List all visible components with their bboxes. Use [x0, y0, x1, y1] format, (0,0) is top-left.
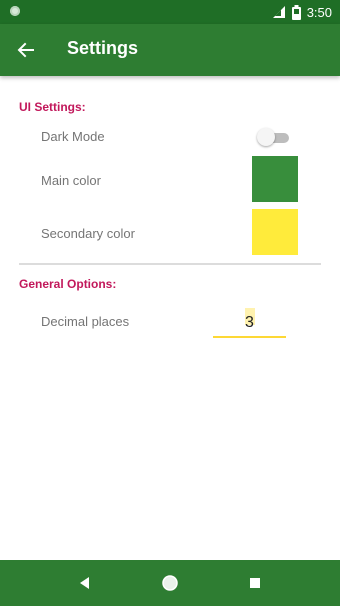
square-recents-icon	[250, 578, 260, 588]
nav-home-button[interactable]	[158, 571, 182, 595]
signal-icon	[272, 6, 285, 18]
switch-thumb	[257, 128, 275, 146]
status-bar: 3:50	[0, 0, 340, 24]
secondary-color-label: Secondary color	[41, 226, 135, 241]
circle-home-icon	[162, 575, 178, 591]
nav-recents-button[interactable]	[243, 571, 267, 595]
status-time: 3:50	[306, 4, 332, 20]
notification-icon	[10, 6, 20, 16]
nav-back-button[interactable]	[73, 571, 97, 595]
arrow-left-icon	[17, 42, 34, 58]
battery-icon	[291, 4, 301, 20]
section-divider	[19, 263, 321, 265]
back-button[interactable]	[10, 34, 42, 66]
main-color-label: Main color	[41, 173, 101, 188]
page-title: Settings	[67, 38, 139, 58]
dark-mode-switch[interactable]	[257, 127, 291, 147]
app-bar: Settings	[0, 24, 340, 76]
decimal-places-label: Decimal places	[41, 314, 130, 329]
main-color-swatch[interactable]	[252, 156, 298, 202]
dark-mode-label: Dark Mode	[41, 129, 105, 144]
section-header-general-options: General Options:	[19, 277, 117, 291]
triangle-back-icon	[80, 577, 89, 589]
status-icons: 3:50	[272, 0, 332, 24]
decimal-places-input[interactable]: 3	[213, 308, 286, 338]
section-header-ui-settings: UI Settings:	[19, 100, 86, 114]
decimal-places-value: 3	[245, 314, 254, 331]
secondary-color-swatch[interactable]	[252, 209, 298, 255]
navigation-bar	[0, 560, 340, 606]
